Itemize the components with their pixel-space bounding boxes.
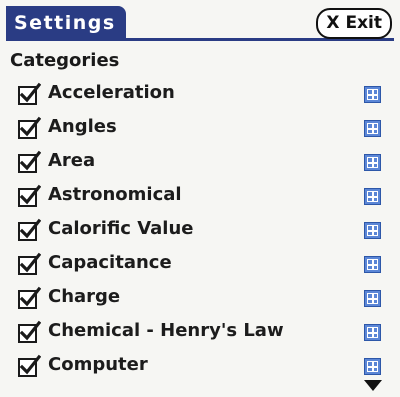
checkbox-checked-icon[interactable] — [18, 116, 41, 139]
category-label[interactable]: Calorific Value — [48, 218, 194, 239]
category-row: Chemical - Henry's Law — [0, 318, 400, 352]
plus-square-icon[interactable] — [364, 188, 381, 205]
checkbox-checked-icon[interactable] — [18, 184, 41, 207]
category-label[interactable]: Acceleration — [48, 82, 175, 103]
checkbox-checked-icon[interactable] — [18, 320, 41, 343]
page-title: Settings — [6, 6, 126, 40]
category-row: Angles — [0, 114, 400, 148]
plus-square-icon[interactable] — [364, 290, 381, 307]
scroll-down-arrow-icon[interactable] — [364, 380, 382, 391]
category-row: Computer — [0, 352, 400, 386]
plus-square-icon[interactable] — [364, 358, 381, 375]
categories-heading: Categories — [10, 50, 120, 71]
category-label[interactable]: Angles — [48, 116, 117, 137]
checkbox-checked-icon[interactable] — [18, 82, 41, 105]
category-label[interactable]: Area — [48, 150, 95, 171]
category-label[interactable]: Computer — [48, 354, 148, 375]
checkbox-checked-icon[interactable] — [18, 218, 41, 241]
checkbox-checked-icon[interactable] — [18, 354, 41, 377]
category-label[interactable]: Capacitance — [48, 252, 172, 273]
category-row: Astronomical — [0, 182, 400, 216]
exit-button[interactable]: X Exit — [316, 8, 392, 39]
close-icon: X — [326, 13, 340, 33]
category-row: Capacitance — [0, 250, 400, 284]
plus-square-icon[interactable] — [364, 324, 381, 341]
plus-square-icon[interactable] — [364, 154, 381, 171]
category-row: Charge — [0, 284, 400, 318]
plus-square-icon[interactable] — [364, 222, 381, 239]
checkbox-checked-icon[interactable] — [18, 150, 41, 173]
category-label[interactable]: Astronomical — [48, 184, 182, 205]
plus-square-icon[interactable] — [364, 86, 381, 103]
plus-square-icon[interactable] — [364, 256, 381, 273]
checkbox-checked-icon[interactable] — [18, 286, 41, 309]
checkbox-checked-icon[interactable] — [18, 252, 41, 275]
title-bar: Settings X Exit — [6, 6, 394, 41]
category-row: Calorific Value — [0, 216, 400, 250]
category-row: Area — [0, 148, 400, 182]
plus-square-icon[interactable] — [364, 120, 381, 137]
settings-screen: Settings X Exit Categories Acceleration A… — [0, 0, 400, 397]
category-label[interactable]: Charge — [48, 286, 120, 307]
exit-button-label: Exit — [345, 13, 382, 33]
category-label[interactable]: Chemical - Henry's Law — [48, 320, 284, 341]
category-row: Acceleration — [0, 80, 400, 114]
